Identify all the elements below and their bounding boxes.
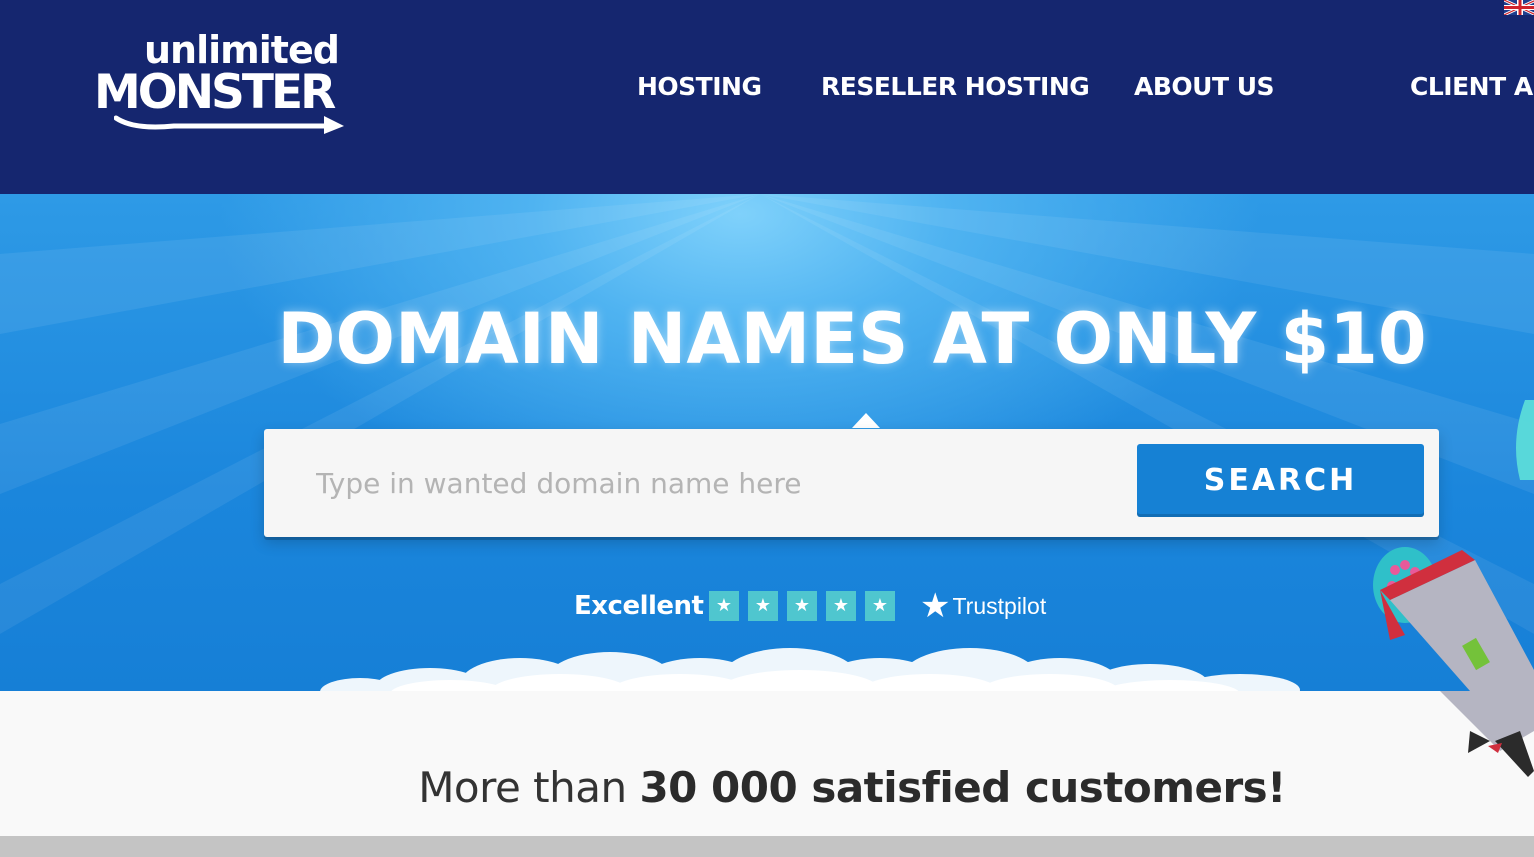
hero-title: DOMAIN NAMES AT ONLY $10 <box>277 298 1427 380</box>
clouds-decoration <box>320 648 1300 691</box>
nav-client-area[interactable]: CLIENT AR <box>1410 70 1534 104</box>
customers-heading: More than 30 000 satisfied customers! <box>0 763 1534 813</box>
nav-reseller-hosting[interactable]: RESELLER HOSTING <box>821 70 1090 104</box>
main-nav: HOSTING RESELLER HOSTING ABOUT US CLIENT… <box>0 70 1534 106</box>
star-icon: ★ <box>787 591 817 621</box>
page: unlimited MONSTER HOSTING RESELLER HOSTI… <box>0 0 1534 857</box>
nav-hosting[interactable]: HOSTING <box>637 70 762 104</box>
trustpilot-logo: ★Trustpilot <box>920 589 1046 623</box>
nav-about-us[interactable]: ABOUT US <box>1134 70 1275 104</box>
star-icon: ★ <box>826 591 856 621</box>
star-icon: ★ <box>748 591 778 621</box>
customers-section: More than 30 000 satisfied customers! <box>0 691 1534 836</box>
logo-arrow-icon <box>114 115 344 134</box>
customers-count: 30 000 satisfied customers! <box>639 763 1286 812</box>
trustpilot-label: Trustpilot <box>952 593 1047 619</box>
footer-strip <box>0 836 1534 857</box>
hero-section: DOMAIN NAMES AT ONLY $10 SEARCH Excellen… <box>0 194 1534 691</box>
trustpilot-star-icon: ★ <box>920 587 951 625</box>
domain-search-form: SEARCH <box>264 429 1439 537</box>
rating-label: Excellent <box>574 591 704 621</box>
rocket-exhaust-icon <box>1440 691 1534 777</box>
star-icon: ★ <box>709 591 739 621</box>
logo-line-1: unlimited <box>144 28 340 72</box>
search-notch <box>852 413 880 428</box>
customers-prefix: More than <box>418 763 640 812</box>
rocket-mascot-icon <box>1373 400 1534 691</box>
site-header: unlimited MONSTER HOSTING RESELLER HOSTI… <box>0 0 1534 194</box>
uk-flag-icon[interactable] <box>1504 0 1534 15</box>
domain-search-input[interactable] <box>284 449 1156 517</box>
star-icon: ★ <box>865 591 895 621</box>
